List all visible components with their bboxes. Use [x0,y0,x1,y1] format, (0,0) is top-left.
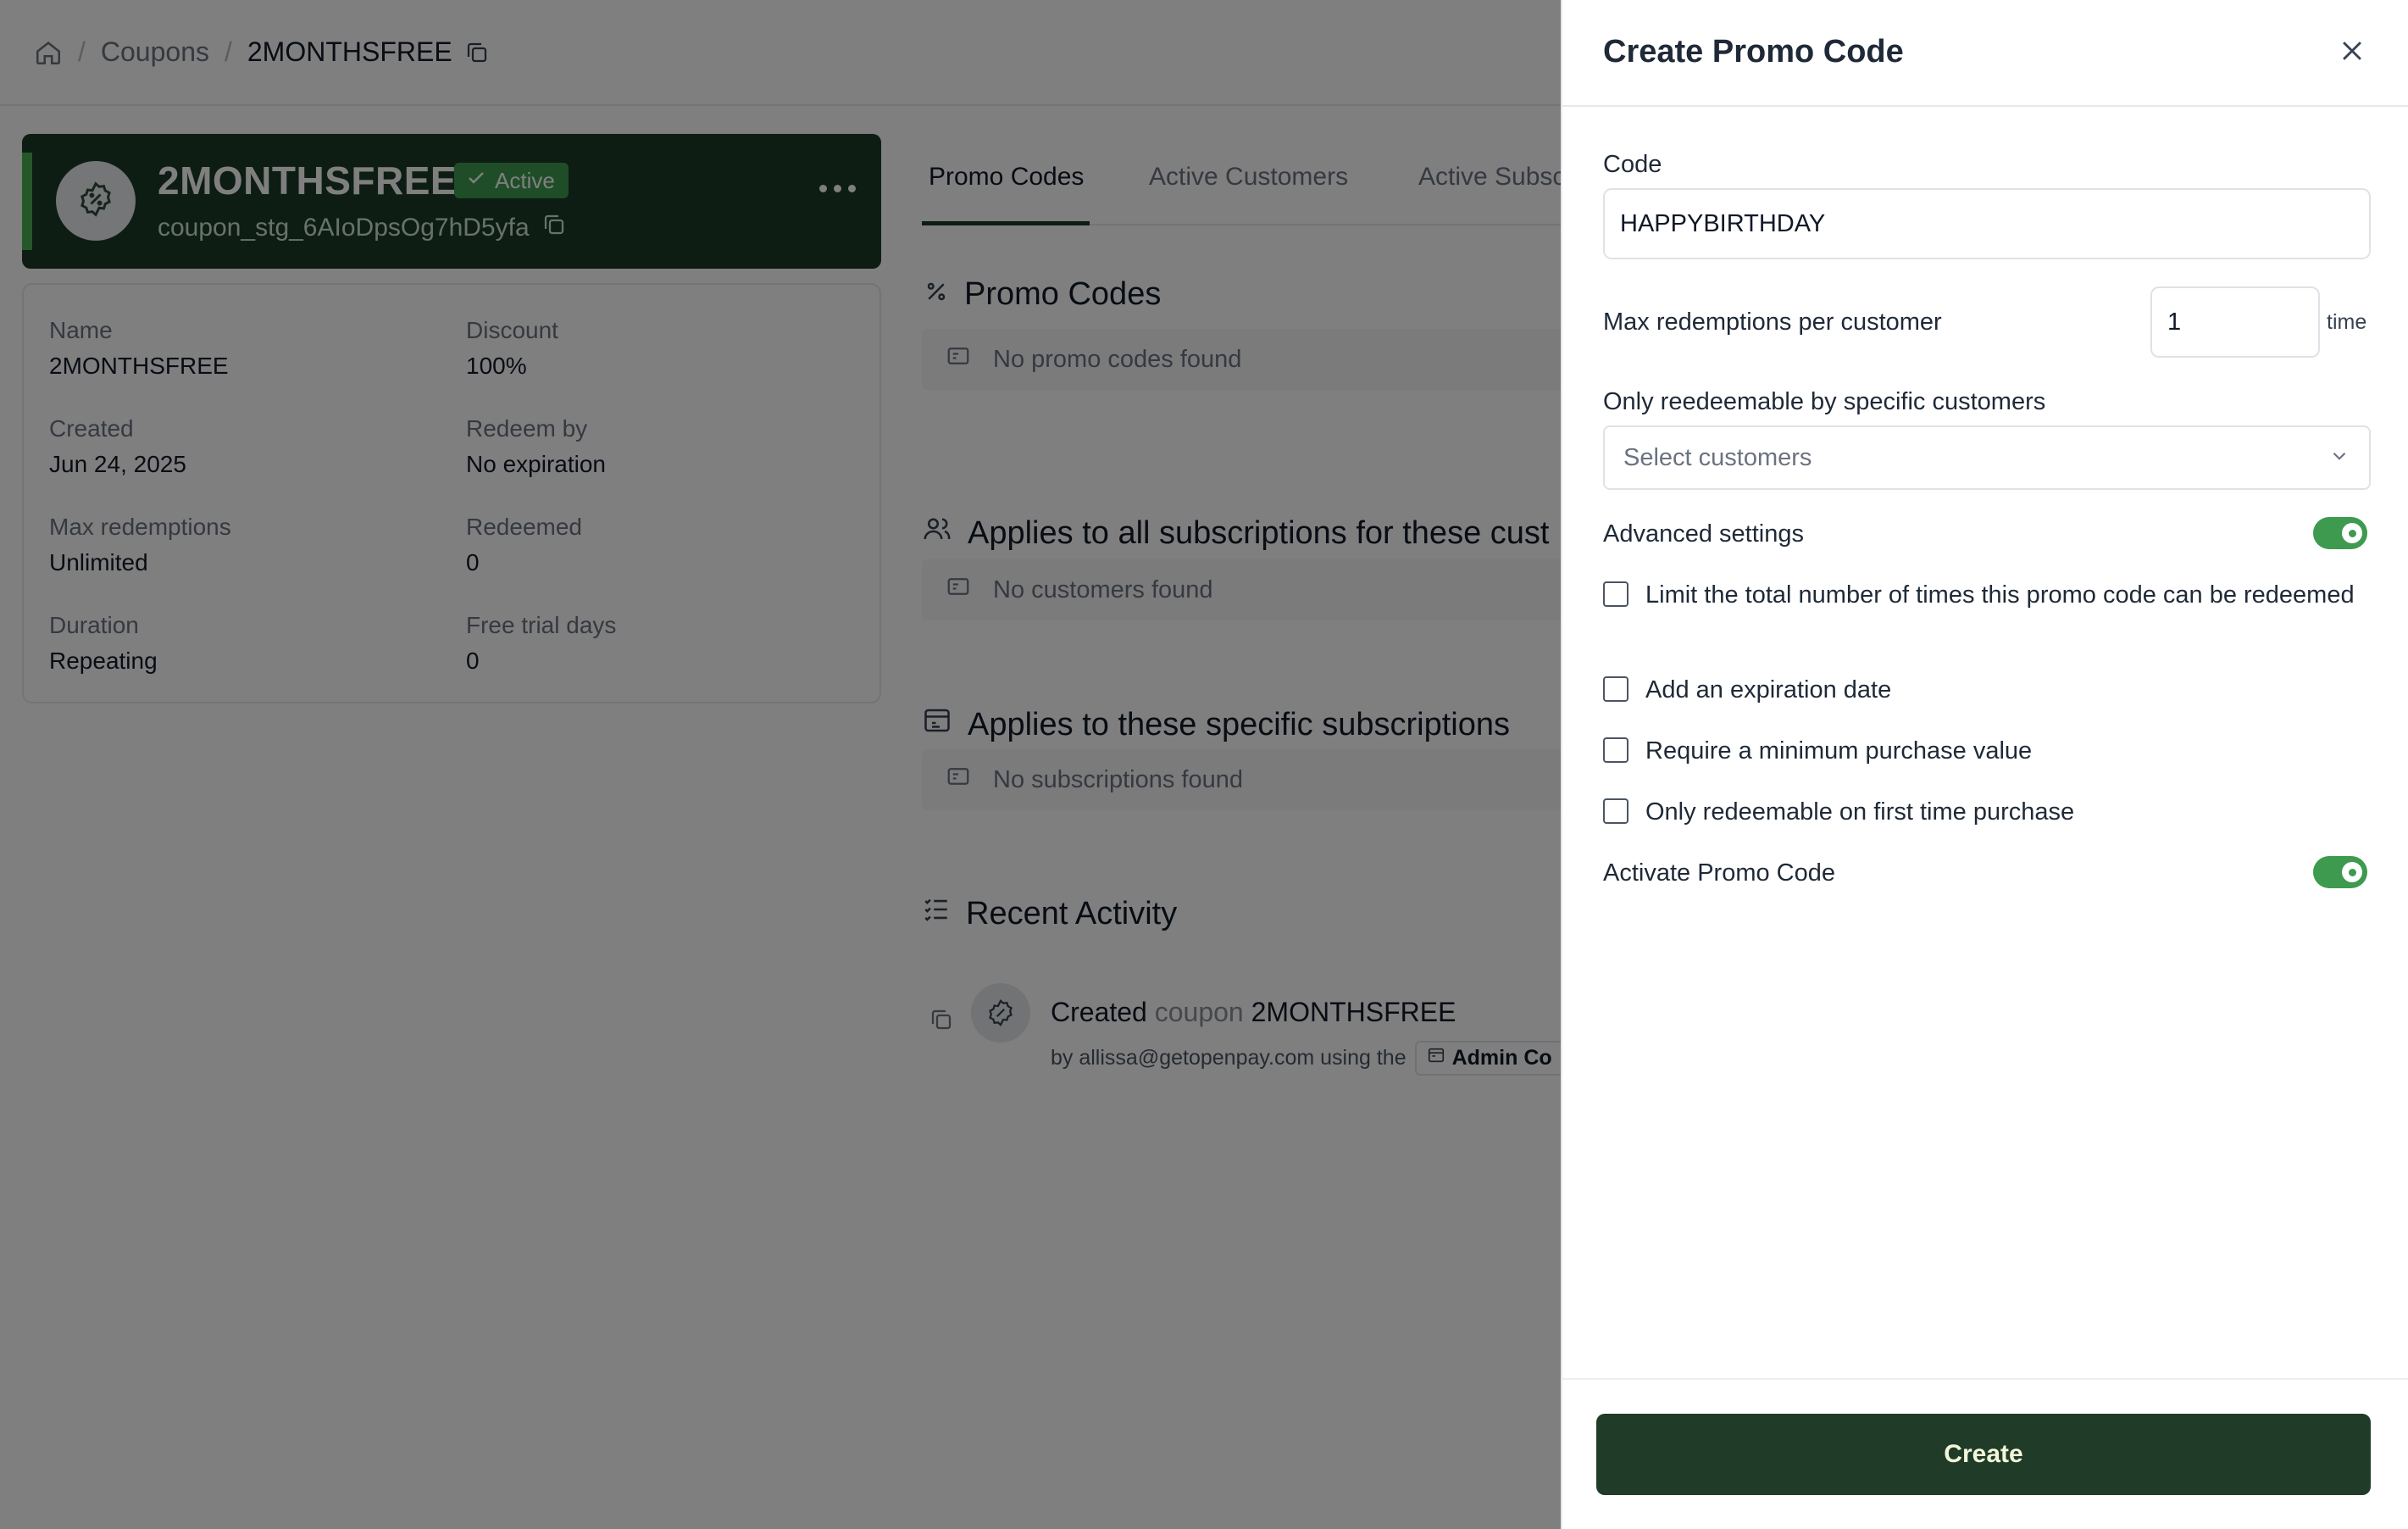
expiration-date-checkbox[interactable] [1603,676,1628,702]
max-redemptions-label: Max redemptions per customer [1603,309,1942,336]
minimum-purchase-label: Require a minimum purchase value [1645,737,2033,764]
toggle-knob [2342,523,2362,543]
activate-promo-code-label: Activate Promo Code [1603,859,1836,887]
advanced-settings-toggle[interactable] [2313,517,2367,549]
toggle-dot [2348,529,2356,537]
drawer-title: Create Promo Code [1603,34,1904,70]
option-limit-total: Limit the total number of times this pro… [1603,578,2371,612]
toggle-knob [2342,862,2362,882]
close-icon [2338,36,2366,70]
create-button[interactable]: Create [1596,1414,2371,1495]
customers-select-placeholder: Select customers [1623,443,1812,471]
create-promo-code-drawer: Create Promo Code Code Max redemptions p… [1561,0,2408,1529]
first-time-purchase-label: Only redeemable on first time purchase [1645,798,2075,826]
limit-total-label: Limit the total number of times this pro… [1645,581,2355,609]
drawer-header: Create Promo Code [1562,0,2408,107]
expiration-date-label: Add an expiration date [1645,676,1892,703]
code-input[interactable] [1603,188,2371,259]
customers-select[interactable]: Select customers [1603,425,2371,490]
close-button[interactable] [2335,36,2369,70]
code-label: Code [1603,151,1662,178]
limit-total-checkbox[interactable] [1603,581,1628,607]
toggle-dot [2348,868,2356,876]
advanced-settings-label: Advanced settings [1603,520,1804,548]
minimum-purchase-checkbox[interactable] [1603,737,1628,763]
max-redemptions-suffix: time [2327,310,2367,334]
chevron-down-icon [2328,445,2350,471]
specific-customers-label: Only reedeemable by specific customers [1603,388,2046,415]
option-minimum-purchase: Require a minimum purchase value [1603,734,2371,768]
activate-promo-code-toggle[interactable] [2313,856,2367,888]
option-expiration-date: Add an expiration date [1603,673,2371,707]
max-redemptions-input[interactable] [2150,286,2320,358]
modal-backdrop[interactable] [0,0,1561,1529]
first-time-purchase-checkbox[interactable] [1603,798,1628,824]
option-first-time-purchase: Only redeemable on first time purchase [1603,795,2371,829]
